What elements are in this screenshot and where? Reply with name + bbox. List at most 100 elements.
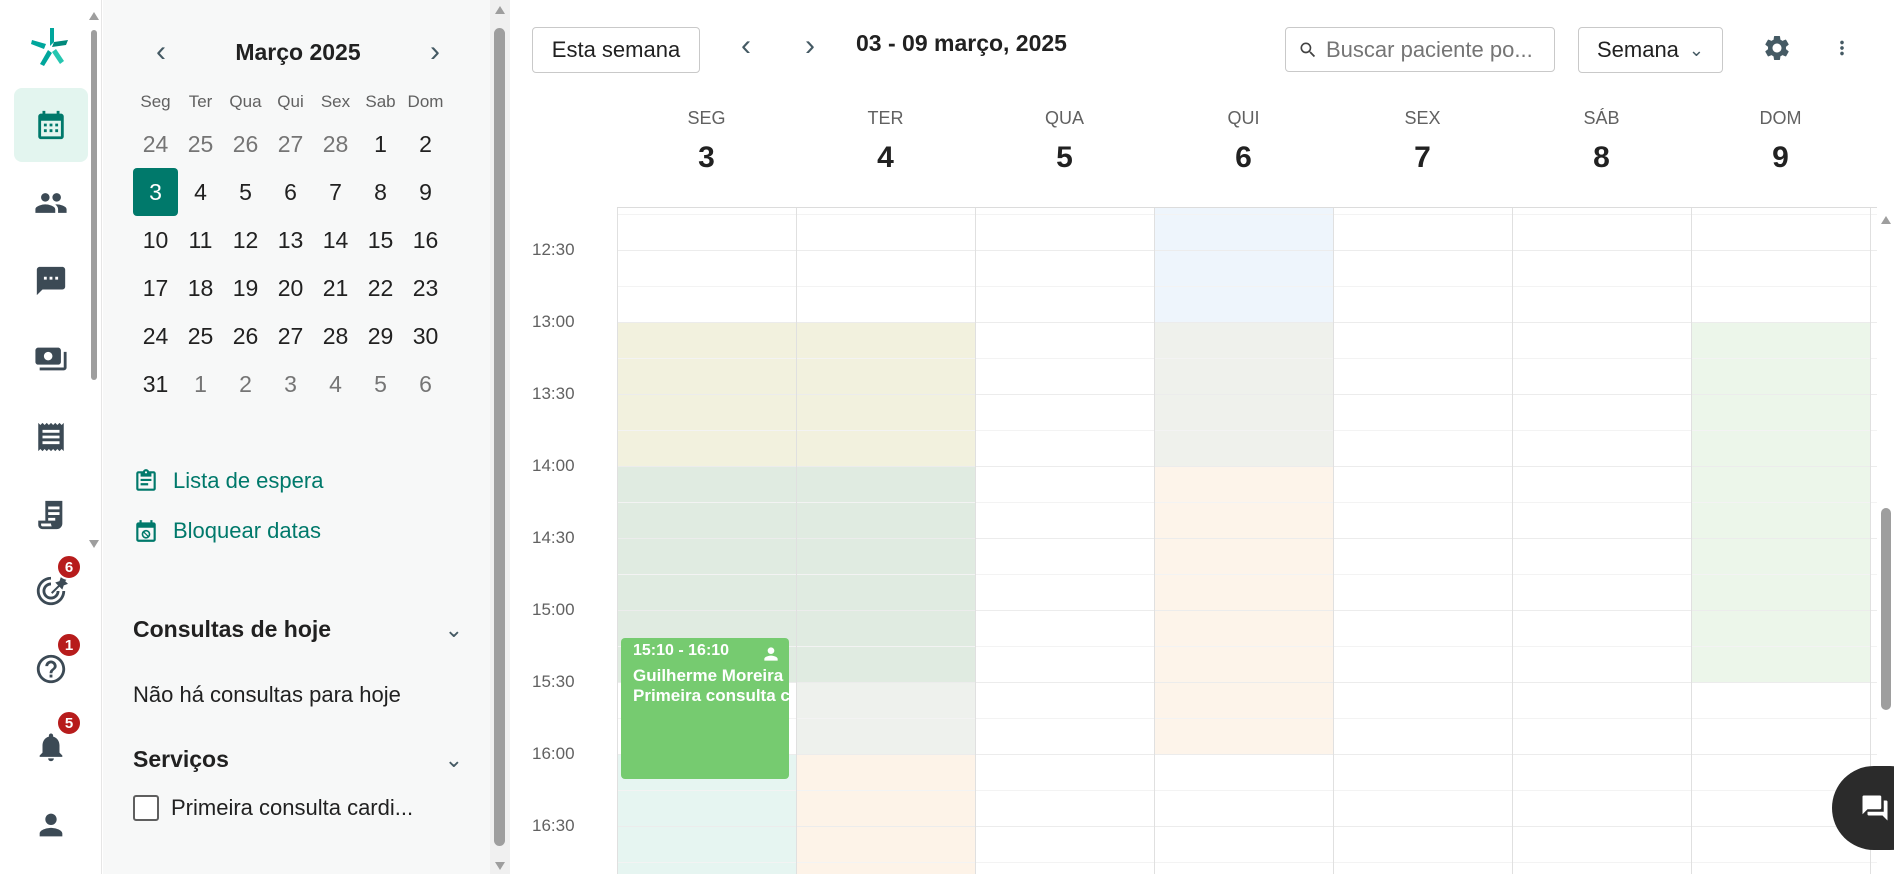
mini-calendar-day[interactable]: 2 bbox=[223, 371, 268, 398]
nav-records[interactable] bbox=[14, 400, 88, 474]
settings-button[interactable] bbox=[1757, 28, 1797, 68]
day-column-header[interactable]: TER 4 bbox=[796, 98, 975, 175]
day-number: 5 bbox=[1056, 141, 1073, 174]
mini-calendar-day[interactable]: 6 bbox=[268, 179, 313, 206]
rail-scrollbar[interactable] bbox=[89, 10, 99, 550]
mini-calendar-day[interactable]: 2 bbox=[403, 131, 448, 158]
app-logo-icon[interactable] bbox=[26, 22, 74, 70]
mini-calendar-day[interactable]: 22 bbox=[358, 275, 403, 302]
mini-calendar-day[interactable]: 26 bbox=[223, 131, 268, 158]
next-week-button[interactable]: › bbox=[790, 26, 830, 66]
mini-calendar-day[interactable]: 29 bbox=[358, 323, 403, 350]
mini-calendar-day[interactable]: 6 bbox=[403, 371, 448, 398]
nav-reports[interactable] bbox=[14, 478, 88, 552]
nav-messages[interactable] bbox=[14, 244, 88, 318]
mini-calendar-day[interactable]: 12 bbox=[223, 227, 268, 254]
mini-calendar-day[interactable]: 7 bbox=[313, 179, 358, 206]
mini-calendar-day[interactable]: 25 bbox=[178, 131, 223, 158]
weekday-label: Sab bbox=[365, 92, 396, 111]
mini-calendar-day[interactable]: 3 bbox=[268, 371, 313, 398]
mini-calendar-day[interactable]: 28 bbox=[313, 131, 358, 158]
mini-calendar-day[interactable]: 1 bbox=[358, 131, 403, 158]
week-grid[interactable]: 12:30 13:00 13:30 14:00 14:30 15:00 15:30 16:00… bbox=[510, 208, 1878, 874]
mini-calendar-day[interactable]: 16 bbox=[403, 227, 448, 254]
time-gridline bbox=[617, 466, 1877, 467]
day-column-header[interactable]: SEG 3 bbox=[617, 98, 796, 175]
mini-calendar-day[interactable]: 4 bbox=[178, 179, 223, 206]
day-number: 6 bbox=[1235, 141, 1252, 174]
more-options-button[interactable] bbox=[1822, 28, 1862, 68]
day-name: QUI bbox=[1227, 108, 1260, 128]
nav-finance[interactable] bbox=[14, 322, 88, 396]
nav-patients[interactable] bbox=[14, 166, 88, 240]
this-week-button[interactable]: Esta semana bbox=[532, 27, 700, 73]
day-column-header[interactable]: SÁB 8 bbox=[1512, 98, 1691, 175]
appointment-event[interactable]: 15:10 - 16:10 Guilherme Moreira Primeira… bbox=[621, 638, 789, 779]
mini-calendar-day[interactable]: 24 bbox=[133, 323, 178, 350]
mini-calendar-day[interactable]: 28 bbox=[313, 323, 358, 350]
mini-calendar-day[interactable]: 26 bbox=[223, 323, 268, 350]
services-section-header[interactable]: Serviços ⌄ bbox=[133, 746, 463, 773]
nav-goals[interactable]: 6 bbox=[14, 554, 88, 628]
mini-calendar-day[interactable]: 23 bbox=[403, 275, 448, 302]
nav-rail: 6 1 5 bbox=[0, 0, 102, 874]
prev-month-button[interactable]: ‹ bbox=[143, 34, 179, 70]
service-checkbox[interactable] bbox=[133, 795, 159, 821]
mini-calendar-week: 10 11 12 13 14 15 16 bbox=[133, 216, 463, 264]
mini-calendar-day[interactable]: 3 bbox=[133, 168, 178, 216]
side-panel: ‹ Março 2025 › Seg Ter Qua Qui Sex Sab D… bbox=[103, 0, 490, 874]
next-month-button[interactable]: › bbox=[417, 34, 453, 70]
day-name: TER bbox=[867, 108, 904, 128]
view-select[interactable]: Semana ⌄ bbox=[1578, 27, 1723, 73]
waitlist-link[interactable]: Lista de espera bbox=[133, 468, 323, 494]
mini-calendar-day[interactable]: 5 bbox=[223, 179, 268, 206]
mini-calendar-day[interactable]: 20 bbox=[268, 275, 313, 302]
mini-calendar-day[interactable]: 11 bbox=[178, 227, 223, 254]
side-panel-scrollbar[interactable] bbox=[490, 0, 510, 874]
calendar-toolbar: Esta semana ‹ › 03 - 09 março, 2025 Busc… bbox=[510, 0, 1894, 98]
mini-calendar-day[interactable]: 19 bbox=[223, 275, 268, 302]
day-number: 8 bbox=[1593, 141, 1610, 174]
today-section-header[interactable]: Consultas de hoje ⌄ bbox=[133, 616, 463, 643]
mini-calendar-day[interactable]: 21 bbox=[313, 275, 358, 302]
patient-search-input[interactable]: Buscar paciente po... bbox=[1285, 27, 1555, 72]
time-label: 15:30 bbox=[532, 672, 575, 691]
help-icon bbox=[36, 654, 66, 684]
mini-calendar-day[interactable]: 5 bbox=[358, 371, 403, 398]
mini-calendar-day[interactable]: 15 bbox=[358, 227, 403, 254]
mini-calendar-day[interactable]: 10 bbox=[133, 227, 178, 254]
mini-calendar-day[interactable]: 14 bbox=[313, 227, 358, 254]
availability-block[interactable] bbox=[796, 754, 975, 874]
nav-calendar[interactable] bbox=[14, 88, 88, 162]
chat-icon bbox=[36, 266, 66, 296]
nav-notifications[interactable]: 5 bbox=[14, 710, 88, 784]
mini-calendar-day[interactable]: 8 bbox=[358, 179, 403, 206]
day-column-header[interactable]: SEX 7 bbox=[1333, 98, 1512, 175]
mini-calendar-day[interactable]: 9 bbox=[403, 179, 448, 206]
mini-calendar-day[interactable]: 30 bbox=[403, 323, 448, 350]
nav-profile[interactable] bbox=[14, 788, 88, 862]
nav-help[interactable]: 1 bbox=[14, 632, 88, 706]
mini-calendar-day[interactable]: 13 bbox=[268, 227, 313, 254]
prev-week-button[interactable]: ‹ bbox=[726, 26, 766, 66]
mini-calendar-day[interactable]: 27 bbox=[268, 131, 313, 158]
mini-calendar-day[interactable]: 31 bbox=[133, 371, 178, 398]
mini-calendar-day[interactable]: 17 bbox=[133, 275, 178, 302]
mini-calendar-day[interactable]: 25 bbox=[178, 323, 223, 350]
service-filter-item[interactable]: Primeira consulta cardi... bbox=[133, 795, 413, 821]
time-label: 14:00 bbox=[532, 456, 575, 475]
availability-block[interactable] bbox=[1154, 208, 1333, 322]
day-divider bbox=[796, 208, 797, 874]
service-label: Primeira consulta cardi... bbox=[171, 795, 414, 820]
mini-calendar-day[interactable]: 27 bbox=[268, 323, 313, 350]
event-patient: Guilherme Moreira bbox=[633, 666, 784, 685]
mini-calendar-day[interactable]: 4 bbox=[313, 371, 358, 398]
day-column-header[interactable]: QUA 5 bbox=[975, 98, 1154, 175]
day-column-header[interactable]: DOM 9 bbox=[1691, 98, 1870, 175]
mini-calendar-day[interactable]: 1 bbox=[178, 371, 223, 398]
block-dates-link[interactable]: Bloquear datas bbox=[133, 518, 321, 544]
chat-bubble-icon bbox=[1862, 795, 1888, 821]
mini-calendar-day[interactable]: 24 bbox=[133, 131, 178, 158]
mini-calendar-day[interactable]: 18 bbox=[178, 275, 223, 302]
day-column-header[interactable]: QUI 6 bbox=[1154, 98, 1333, 175]
